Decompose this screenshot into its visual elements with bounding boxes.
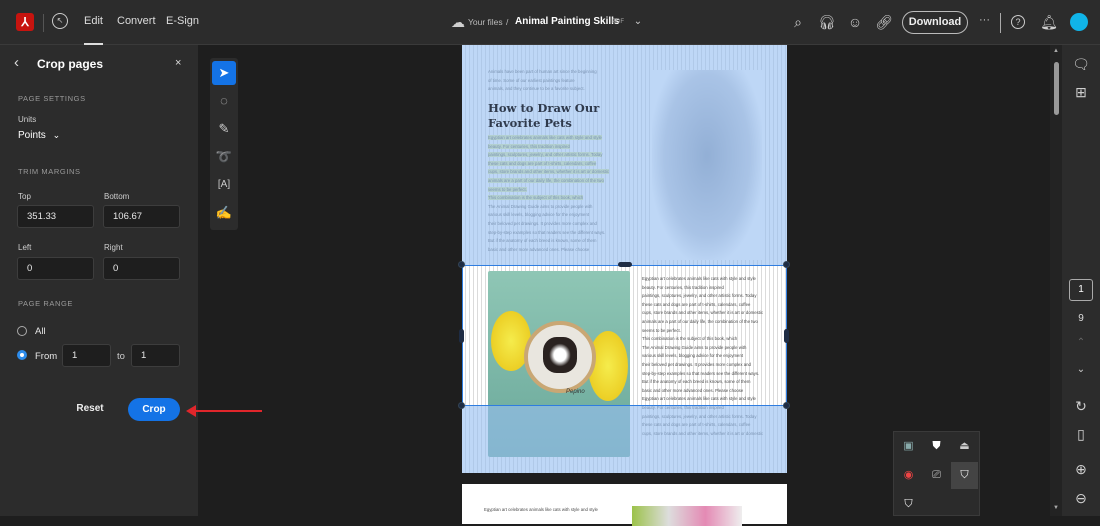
select-tool-icon[interactable]: ➤ bbox=[212, 61, 236, 85]
top-margin-input[interactable]: 351.33 bbox=[17, 205, 94, 228]
scroll-up-arrow[interactable]: ▲ bbox=[1053, 48, 1059, 54]
scrollbar-thumb[interactable] bbox=[1054, 62, 1059, 115]
download-button[interactable]: Download bbox=[902, 11, 968, 34]
reset-button[interactable]: Reset bbox=[70, 403, 110, 414]
crop-handle-bottom-right[interactable] bbox=[783, 402, 790, 409]
crop-box[interactable] bbox=[462, 265, 787, 406]
comments-icon[interactable]: 🗨︎ bbox=[1072, 55, 1090, 73]
security-warning-icon[interactable]: ⛊ bbox=[923, 433, 950, 460]
divider bbox=[1000, 13, 1001, 33]
thumbnails-icon[interactable]: ⊞ bbox=[1072, 83, 1090, 101]
chevron-down-icon[interactable]: ⌄ bbox=[629, 13, 647, 31]
link-icon[interactable]: 🔗︎ bbox=[875, 13, 893, 31]
crop-pages-panel: ‹ Crop pages × PAGE SETTINGS Units Point… bbox=[0, 45, 198, 516]
add-user-icon[interactable]: ☺ bbox=[846, 13, 864, 31]
panel-title: Crop pages bbox=[37, 57, 104, 71]
left-label: Left bbox=[18, 243, 32, 252]
tab-edit[interactable]: Edit bbox=[84, 15, 103, 45]
breadcrumb-separator: / bbox=[506, 17, 509, 27]
crop-handle-bottom-left[interactable] bbox=[458, 402, 465, 409]
page-fit-icon[interactable]: ▯ bbox=[1072, 425, 1090, 443]
comment-tool-icon[interactable]: ◌ bbox=[212, 89, 236, 113]
from-label: From bbox=[35, 351, 58, 362]
units-label: Units bbox=[18, 115, 37, 124]
pen-tool-icon[interactable]: ✎ bbox=[212, 117, 236, 141]
crop-handle-top-right[interactable] bbox=[783, 261, 790, 268]
more-options-button[interactable]: ··· bbox=[979, 14, 990, 26]
right-rail: 🗨︎ ⊞ 1 9 ⌃ ⌄ ↻ ▯ ⊕ ⊖ bbox=[1062, 45, 1100, 516]
text-box-tool-icon[interactable]: [A] bbox=[212, 173, 236, 197]
lasso-tool-icon[interactable]: ➰ bbox=[212, 145, 236, 169]
chrome-icon[interactable]: ◉ bbox=[895, 462, 922, 489]
camera-icon[interactable]: ⎚ bbox=[923, 462, 950, 489]
zoom-in-icon[interactable]: ⊕ bbox=[1072, 460, 1090, 478]
crop-mask-top bbox=[462, 45, 787, 265]
search-icon[interactable]: ⌕ bbox=[789, 13, 807, 31]
page-range-heading: PAGE RANGE bbox=[18, 299, 74, 308]
usb-device-icon[interactable]: ⏏ bbox=[951, 433, 978, 460]
annotation-arrowhead bbox=[186, 405, 196, 417]
pdf-page[interactable]: Animals have been part of human art sinc… bbox=[462, 45, 787, 473]
bottom-label: Bottom bbox=[104, 192, 130, 201]
trim-margins-heading: TRIM MARGINS bbox=[18, 167, 81, 176]
vertical-scrollbar[interactable]: ▲ ▼ bbox=[1050, 45, 1062, 516]
units-value: Points bbox=[18, 130, 46, 141]
adobe-acrobat-logo[interactable]: ⅄ bbox=[16, 13, 34, 31]
from-range-radio[interactable] bbox=[17, 350, 27, 360]
rotate-icon[interactable]: ↻ bbox=[1072, 397, 1090, 415]
cloud-icon: ☁ bbox=[451, 14, 465, 30]
close-icon[interactable]: × bbox=[175, 57, 181, 69]
signature-tool-icon[interactable]: ✍ bbox=[212, 201, 236, 225]
tools-icon[interactable]: ↖ bbox=[52, 13, 68, 29]
all-pages-radio[interactable] bbox=[17, 326, 27, 336]
tab-esign[interactable]: E-Sign bbox=[166, 15, 199, 27]
crop-button[interactable]: Crop bbox=[128, 398, 180, 421]
tab-convert[interactable]: Convert bbox=[117, 15, 156, 27]
next-page-icon[interactable]: ⌄ bbox=[1072, 361, 1090, 379]
units-select[interactable]: Points ⌄ bbox=[18, 130, 60, 141]
bookmark-app-icon[interactable]: ⛉ bbox=[951, 462, 978, 489]
article-heading: How to Draw Our Favorite Pets bbox=[488, 101, 600, 130]
chevron-down-icon: ⌄ bbox=[52, 130, 61, 140]
headphones-icon[interactable]: 🎧︎ bbox=[818, 13, 836, 31]
page-2-image bbox=[632, 506, 742, 526]
document-title[interactable]: Animal Painting Skills bbox=[515, 16, 619, 27]
total-pages: 9 bbox=[1078, 313, 1084, 324]
zoom-out-icon[interactable]: ⊖ bbox=[1072, 489, 1090, 507]
left-margin-input[interactable]: 0 bbox=[17, 257, 94, 280]
crop-handle-top[interactable] bbox=[618, 262, 632, 267]
previous-page-icon[interactable]: ⌃ bbox=[1072, 334, 1090, 352]
top-bar: ⅄ ↖ Edit Convert E-Sign ☁ Your files / A… bbox=[0, 0, 1100, 45]
to-page-input[interactable]: 1 bbox=[131, 344, 180, 367]
help-icon[interactable]: ? bbox=[1011, 15, 1025, 29]
back-icon[interactable]: ‹ bbox=[14, 54, 19, 71]
current-page-input[interactable]: 1 bbox=[1069, 279, 1093, 301]
crop-handle-top-left[interactable] bbox=[458, 261, 465, 268]
breadcrumb-your-files[interactable]: Your files bbox=[468, 17, 503, 27]
text-line: Egyptian art celebrates animals like cat… bbox=[484, 507, 598, 512]
document-type: PDF bbox=[612, 19, 624, 25]
crop-handle-left[interactable] bbox=[459, 329, 464, 343]
crop-handle-right[interactable] bbox=[784, 329, 789, 343]
divider bbox=[43, 14, 44, 32]
right-margin-input[interactable]: 0 bbox=[103, 257, 180, 280]
right-label: Right bbox=[104, 243, 123, 252]
all-label: All bbox=[35, 326, 46, 337]
app-icon[interactable]: ▣ bbox=[895, 433, 922, 460]
system-tray-overflow: ▣ ⛊ ⏏ ◉ ⎚ ⛉ ⛉ bbox=[893, 431, 980, 516]
top-label: Top bbox=[18, 192, 31, 201]
annotation-arrow bbox=[190, 410, 262, 412]
scroll-down-arrow[interactable]: ▼ bbox=[1053, 505, 1059, 511]
bell-icon[interactable]: 🔔︎ bbox=[1040, 13, 1058, 31]
to-label: to bbox=[117, 351, 125, 362]
tool-palette: ➤ ◌ ✎ ➰ [A] ✍ bbox=[210, 58, 238, 230]
bookmark-app-icon-2[interactable]: ⛉ bbox=[895, 491, 922, 518]
bottom-margin-input[interactable]: 106.67 bbox=[103, 205, 180, 228]
pdf-page-2[interactable]: Egyptian art celebrates animals like cat… bbox=[462, 484, 787, 526]
from-page-input[interactable]: 1 bbox=[62, 344, 111, 367]
avatar[interactable] bbox=[1070, 13, 1088, 31]
crop-mask-bottom bbox=[462, 406, 787, 473]
page-settings-heading: PAGE SETTINGS bbox=[18, 94, 86, 103]
